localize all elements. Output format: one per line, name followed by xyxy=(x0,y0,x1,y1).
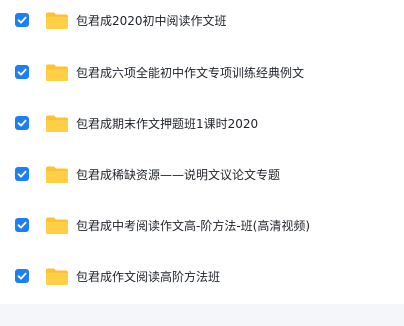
checkmark-icon xyxy=(17,272,27,280)
list-item[interactable]: 包君成稀缺资源——说明文议论文专题 xyxy=(0,152,404,198)
list-item[interactable]: 包君成2020初中阅读作文班 xyxy=(0,0,404,46)
checkbox-checked[interactable] xyxy=(15,116,29,130)
file-list: 包君成2020初中阅读作文班 包君成六项全能初中作文专项训练经典例文 包君成期末… xyxy=(0,0,404,304)
list-item[interactable]: 包君成期末作文押题班1课时2020 xyxy=(0,101,404,147)
file-name[interactable]: 包君成2020初中阅读作文班 xyxy=(76,14,227,28)
list-item[interactable]: 包君成作文阅读高阶方法班 xyxy=(0,254,404,300)
folder-icon xyxy=(45,63,69,82)
folder-icon xyxy=(45,11,69,30)
folder-icon xyxy=(45,267,69,286)
file-name[interactable]: 包君成作文阅读高阶方法班 xyxy=(76,270,220,284)
checkbox-checked[interactable] xyxy=(15,269,29,283)
file-name[interactable]: 包君成稀缺资源——说明文议论文专题 xyxy=(76,168,280,182)
folder-icon xyxy=(45,216,69,235)
checkmark-icon xyxy=(17,119,27,127)
checkbox-checked[interactable] xyxy=(15,167,29,181)
checkmark-icon xyxy=(17,16,27,24)
checkmark-icon xyxy=(17,170,27,178)
list-item[interactable]: 包君成中考阅读作文高-阶方法-班(高清视频) xyxy=(0,203,404,249)
folder-icon xyxy=(45,165,69,184)
checkbox-checked[interactable] xyxy=(15,65,29,79)
checkmark-icon xyxy=(17,221,27,229)
checkbox-checked[interactable] xyxy=(15,218,29,232)
file-name[interactable]: 包君成中考阅读作文高-阶方法-班(高清视频) xyxy=(76,219,310,233)
file-name[interactable]: 包君成六项全能初中作文专项训练经典例文 xyxy=(76,66,304,80)
checkbox-checked[interactable] xyxy=(15,13,29,27)
list-item[interactable]: 包君成六项全能初中作文专项训练经典例文 xyxy=(0,50,404,96)
file-name[interactable]: 包君成期末作文押题班1课时2020 xyxy=(76,117,258,131)
folder-icon xyxy=(45,114,69,133)
checkmark-icon xyxy=(17,68,27,76)
